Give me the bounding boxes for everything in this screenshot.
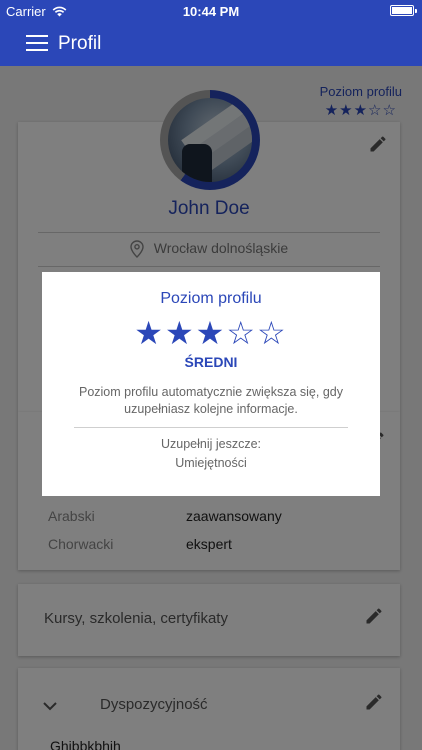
app-bar: Profil [0, 22, 422, 66]
dialog-title: Poziom profilu [160, 290, 262, 307]
dialog-stars: ★★★☆☆ [134, 315, 288, 351]
divider [74, 427, 348, 428]
page-title: Profil [58, 33, 102, 54]
hamburger-icon[interactable] [26, 35, 48, 52]
dialog-level: ŚREDNI [184, 354, 238, 370]
dialog-description: Poziom profilu automatycznie zwiększa si… [78, 385, 343, 416]
battery-icon [390, 5, 417, 16]
status-time: 10:44 PM [182, 4, 240, 19]
profile-level-dialog: Poziom profilu ★★★☆☆ ŚREDNI Poziom profi… [42, 272, 380, 496]
dialog-missing-item: Umiejętności [175, 456, 247, 470]
dialog-hint: Uzupełnij jeszcze: [160, 437, 262, 451]
status-bar: Carrier 10:44 PM [0, 0, 422, 22]
